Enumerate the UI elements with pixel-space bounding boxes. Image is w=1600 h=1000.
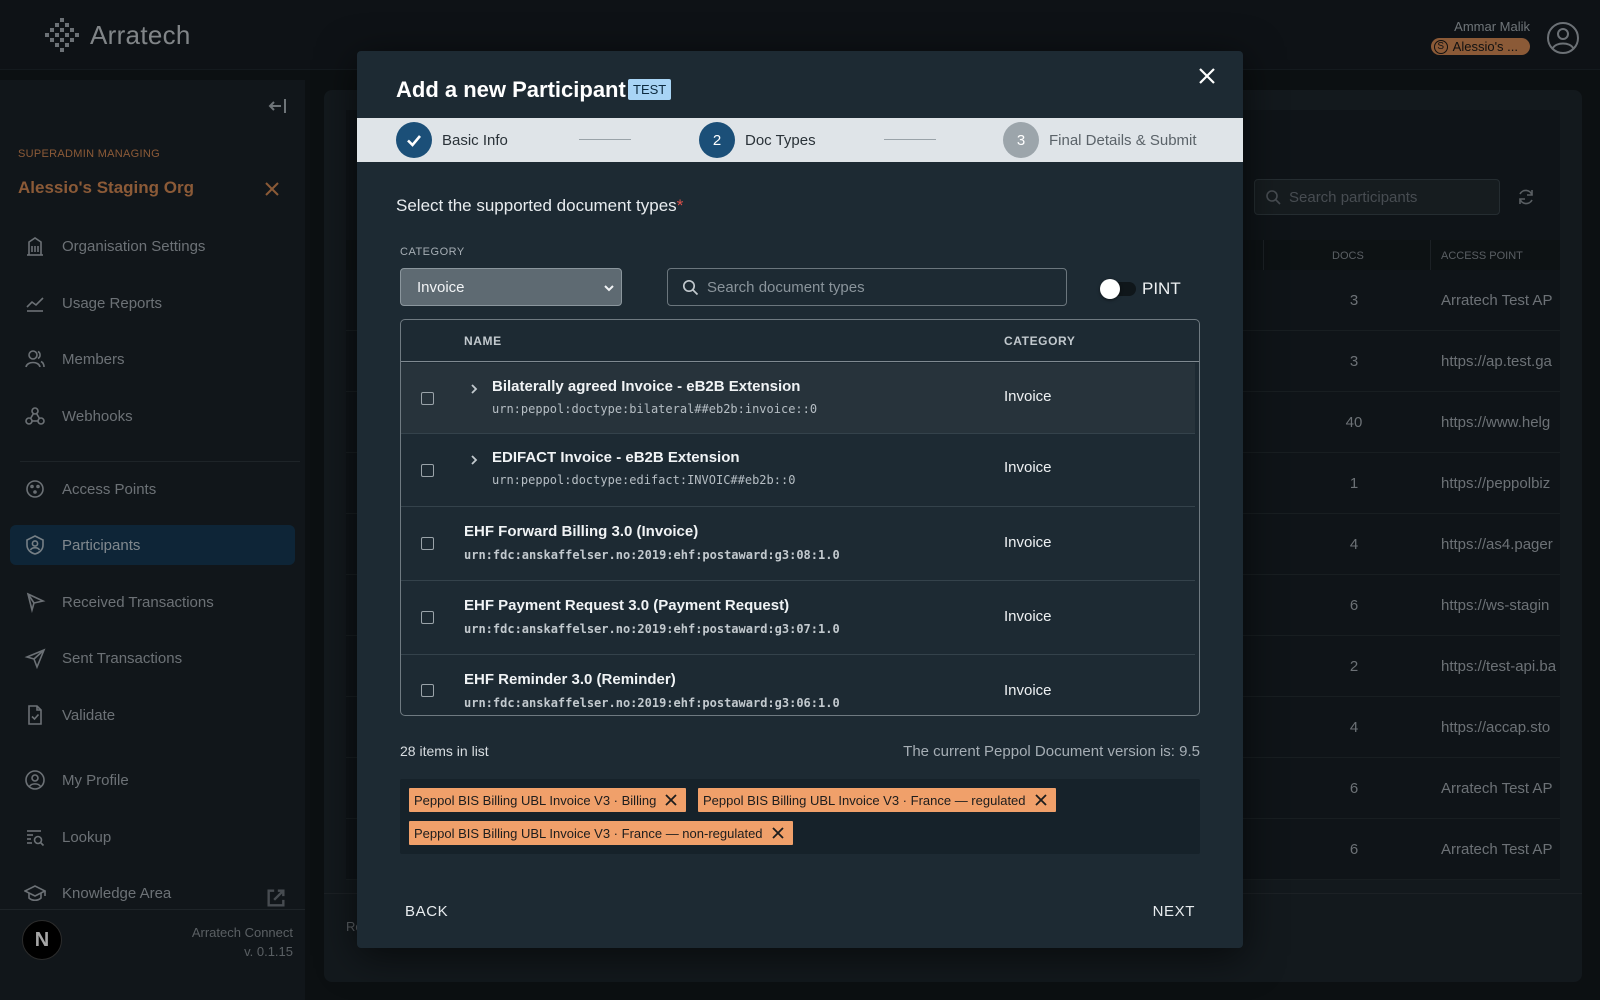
- next-button[interactable]: NEXT: [1153, 903, 1195, 920]
- peppol-version-note: The current Peppol Document version is: …: [903, 743, 1200, 760]
- add-participant-dialog: Add a new Participant TEST Basic Info 2 …: [357, 51, 1243, 948]
- environment-badge: TEST: [628, 79, 672, 100]
- step-connector: [579, 139, 631, 140]
- search-icon: [682, 279, 699, 295]
- row-checkbox[interactable]: [421, 684, 434, 697]
- row-checkbox[interactable]: [421, 537, 434, 550]
- step-label: Basic Info: [442, 131, 508, 149]
- step-doc-types[interactable]: 2 Doc Types: [699, 122, 816, 158]
- doc-type-category: Invoice: [1004, 534, 1052, 551]
- section-title-text: Select the supported document types: [396, 196, 677, 215]
- selected-chip: Peppol BIS Billing UBL Invoice V3 · Bill…: [409, 788, 687, 812]
- remove-chip-icon[interactable]: [771, 826, 785, 840]
- table-row[interactable]: EHF Payment Request 3.0 (Payment Request…: [401, 582, 1195, 655]
- chip-label: Peppol BIS Billing UBL Invoice V3 · Fran…: [414, 825, 763, 841]
- doc-type-category: Invoice: [1004, 608, 1052, 625]
- chip-label: Peppol BIS Billing UBL Invoice V3 · Fran…: [703, 792, 1026, 808]
- step-label: Final Details & Submit: [1049, 131, 1197, 149]
- doc-type-name: EHF Forward Billing 3.0 (Invoice): [464, 523, 699, 540]
- doc-type-urn: urn:fdc:anskaffelser.no:2019:ehf:postawa…: [464, 548, 840, 562]
- step-final-details[interactable]: 3 Final Details & Submit: [1003, 122, 1197, 158]
- doc-type-category: Invoice: [1004, 682, 1052, 699]
- dialog-title: Add a new Participant: [396, 77, 626, 102]
- doc-type-urn: urn:fdc:anskaffelser.no:2019:ehf:postawa…: [464, 696, 840, 710]
- category-label: CATEGORY: [400, 246, 465, 258]
- chevron-right-icon[interactable]: [468, 454, 480, 466]
- column-header-name[interactable]: NAME: [464, 334, 502, 348]
- back-button[interactable]: BACK: [405, 903, 448, 920]
- chip-label: Peppol BIS Billing UBL Invoice V3 · Bill…: [414, 792, 657, 808]
- pint-toggle[interactable]: [1100, 279, 1136, 299]
- doc-type-search-input[interactable]: Search document types: [667, 268, 1067, 306]
- required-marker: *: [676, 196, 684, 215]
- doc-type-name: Bilaterally agreed Invoice - eB2B Extens…: [492, 378, 801, 395]
- table-row[interactable]: Bilaterally agreed Invoice - eB2B Extens…: [401, 363, 1195, 434]
- doc-type-category: Invoice: [1004, 388, 1052, 405]
- chevron-down-icon: [604, 285, 614, 292]
- toggle-knob: [1100, 279, 1120, 299]
- column-header-category[interactable]: CATEGORY: [1004, 334, 1075, 348]
- step-number: 3: [1003, 122, 1039, 158]
- doc-type-search-placeholder: Search document types: [707, 278, 865, 296]
- selected-doc-types: Peppol BIS Billing UBL Invoice V3 · Bill…: [400, 779, 1200, 854]
- table-row[interactable]: EHF Reminder 3.0 (Reminder) urn:fdc:ansk…: [401, 656, 1195, 715]
- doc-types-table-header: NAME CATEGORY: [401, 320, 1199, 362]
- doc-type-name: EDIFACT Invoice - eB2B Extension: [492, 449, 740, 466]
- doc-type-urn: urn:peppol:doctype:bilateral##eb2b:invoi…: [492, 402, 818, 416]
- selected-chip: Peppol BIS Billing UBL Invoice V3 · Fran…: [409, 821, 793, 845]
- table-row[interactable]: EDIFACT Invoice - eB2B Extension urn:pep…: [401, 435, 1195, 507]
- step-label: Doc Types: [745, 131, 816, 149]
- row-checkbox[interactable]: [421, 464, 434, 477]
- chevron-right-icon[interactable]: [468, 383, 480, 395]
- step-basic-info[interactable]: Basic Info: [396, 122, 508, 158]
- category-select-value: Invoice: [417, 278, 465, 296]
- doc-type-name: EHF Payment Request 3.0 (Payment Request…: [464, 597, 790, 614]
- table-row[interactable]: EHF Forward Billing 3.0 (Invoice) urn:fd…: [401, 508, 1195, 581]
- doc-type-urn: urn:fdc:anskaffelser.no:2019:ehf:postawa…: [464, 622, 840, 636]
- doc-type-name: EHF Reminder 3.0 (Reminder): [464, 671, 676, 688]
- row-checkbox[interactable]: [421, 392, 434, 405]
- selected-chip: Peppol BIS Billing UBL Invoice V3 · Fran…: [698, 788, 1056, 812]
- doc-type-category: Invoice: [1004, 459, 1052, 476]
- close-icon[interactable]: [1195, 64, 1219, 88]
- step-number: 2: [699, 122, 735, 158]
- row-checkbox[interactable]: [421, 611, 434, 624]
- wizard-stepper: Basic Info 2 Doc Types 3 Final Details &…: [357, 118, 1243, 162]
- step-complete-icon: [396, 122, 432, 158]
- remove-chip-icon[interactable]: [664, 793, 678, 807]
- section-title: Select the supported document types*: [396, 196, 683, 216]
- remove-chip-icon[interactable]: [1034, 793, 1048, 807]
- pint-label: PINT: [1142, 279, 1181, 298]
- step-connector: [884, 139, 936, 140]
- doc-type-urn: urn:peppol:doctype:edifact:INVOIC##eb2b:…: [492, 473, 796, 487]
- items-count: 28 items in list: [400, 743, 489, 759]
- doc-types-table: NAME CATEGORY Bilaterally agreed Invoice…: [400, 319, 1200, 716]
- category-select[interactable]: Invoice: [400, 268, 622, 306]
